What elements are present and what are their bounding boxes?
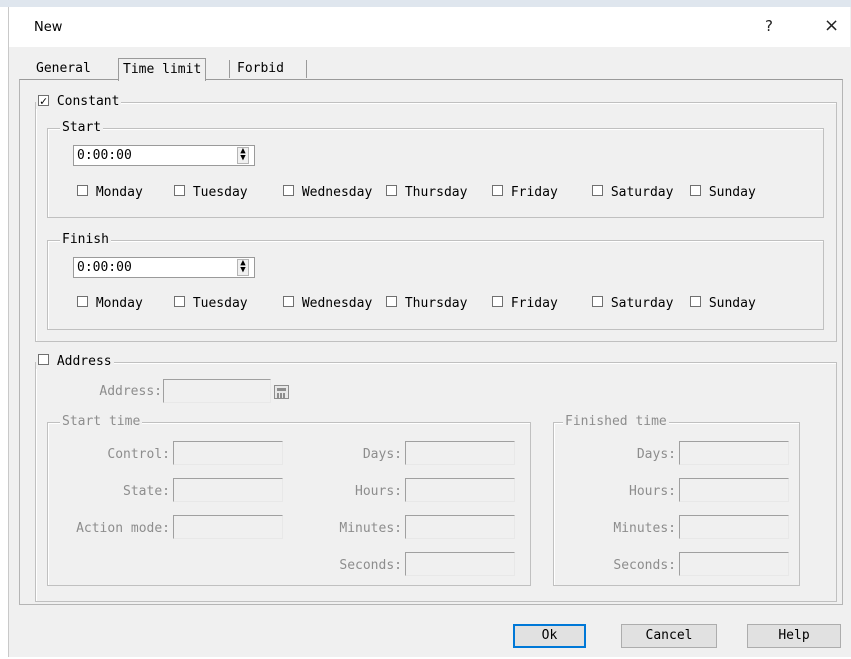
tab-forbid[interactable]: Forbid bbox=[233, 58, 288, 80]
finish-day-sunday[interactable]: Sunday bbox=[690, 296, 756, 311]
start-group bbox=[47, 128, 824, 218]
control-input[interactable] bbox=[173, 441, 283, 465]
finished-days-input[interactable] bbox=[679, 441, 789, 465]
tab-divider bbox=[229, 60, 230, 78]
start-day-saturday[interactable]: Saturday bbox=[592, 185, 673, 200]
finish-time-input[interactable]: 0:00:00 bbox=[73, 257, 255, 278]
constant-legend: ✓ Constant bbox=[36, 94, 122, 109]
start-seconds-input[interactable] bbox=[405, 552, 515, 576]
address-legend: Address bbox=[36, 354, 114, 369]
finish-day-friday[interactable]: Friday bbox=[492, 296, 558, 311]
constant-label: Constant bbox=[56, 94, 120, 109]
help-dialog-button[interactable]: Help bbox=[747, 624, 841, 648]
calculator-icon[interactable] bbox=[274, 385, 289, 399]
checkbox[interactable] bbox=[592, 296, 603, 307]
checkbox[interactable] bbox=[386, 296, 397, 307]
checkbox[interactable] bbox=[77, 296, 88, 307]
background-strip bbox=[0, 0, 851, 7]
start-seconds-label: Seconds: bbox=[339, 558, 402, 573]
checkbox[interactable] bbox=[174, 296, 185, 307]
checkbox[interactable] bbox=[592, 185, 603, 196]
address-label: Address bbox=[56, 354, 112, 369]
finished-seconds-label: Seconds: bbox=[613, 558, 676, 573]
checkbox[interactable] bbox=[690, 296, 701, 307]
spin-arrows-icon[interactable]: ▲ ▼ bbox=[237, 259, 249, 276]
start-legend: Start bbox=[60, 120, 104, 135]
start-day-thursday[interactable]: Thursday bbox=[386, 185, 467, 200]
start-day-friday[interactable]: Friday bbox=[492, 185, 558, 200]
start-days-label: Days: bbox=[362, 447, 402, 462]
start-time-legend: Start time bbox=[60, 414, 143, 429]
start-time-input[interactable]: 0:00:00 bbox=[73, 145, 255, 166]
checkbox[interactable] bbox=[690, 185, 701, 196]
finished-days-label: Days: bbox=[636, 447, 676, 462]
action-mode-label: Action mode: bbox=[76, 521, 170, 536]
finish-day-thursday[interactable]: Thursday bbox=[386, 296, 467, 311]
ok-button[interactable]: Ok bbox=[513, 624, 586, 648]
finished-minutes-label: Minutes: bbox=[613, 521, 676, 536]
tab-general[interactable]: General bbox=[32, 58, 95, 80]
finished-hours-input[interactable] bbox=[679, 478, 789, 502]
finished-seconds-input[interactable] bbox=[679, 552, 789, 576]
help-button[interactable]: ? bbox=[765, 17, 773, 35]
start-minutes-input[interactable] bbox=[405, 515, 515, 539]
finish-time-spinner[interactable]: ▲ ▼ bbox=[237, 259, 249, 276]
start-day-sunday[interactable]: Sunday bbox=[690, 185, 756, 200]
start-day-monday[interactable]: Monday bbox=[77, 185, 143, 200]
start-time-spinner[interactable]: ▲ ▼ bbox=[237, 147, 249, 164]
checkbox[interactable] bbox=[492, 185, 503, 196]
finish-day-wednesday[interactable]: Wednesday bbox=[283, 296, 372, 311]
address-field-label: Address: bbox=[99, 384, 162, 399]
spin-arrows-icon[interactable]: ▲ ▼ bbox=[237, 147, 249, 164]
start-days-input[interactable] bbox=[405, 441, 515, 465]
title-bar bbox=[9, 7, 850, 47]
checkbox[interactable] bbox=[77, 185, 88, 196]
start-day-tuesday[interactable]: Tuesday bbox=[174, 185, 248, 200]
finish-legend: Finish bbox=[60, 232, 111, 247]
close-button[interactable]: × bbox=[824, 15, 839, 36]
finish-day-saturday[interactable]: Saturday bbox=[592, 296, 673, 311]
finished-hours-label: Hours: bbox=[629, 484, 676, 499]
state-input[interactable] bbox=[173, 478, 283, 502]
address-checkbox[interactable] bbox=[38, 354, 49, 365]
checkbox[interactable] bbox=[386, 185, 397, 196]
tab-divider bbox=[306, 60, 307, 78]
checkbox[interactable] bbox=[283, 296, 294, 307]
action-mode-input[interactable] bbox=[173, 515, 283, 539]
cancel-button[interactable]: Cancel bbox=[621, 624, 717, 648]
checkbox[interactable] bbox=[492, 296, 503, 307]
start-hours-input[interactable] bbox=[405, 478, 515, 502]
finish-day-tuesday[interactable]: Tuesday bbox=[174, 296, 248, 311]
finished-time-legend: Finished time bbox=[563, 414, 669, 429]
checkbox[interactable] bbox=[283, 185, 294, 196]
start-minutes-label: Minutes: bbox=[339, 521, 402, 536]
start-day-wednesday[interactable]: Wednesday bbox=[283, 185, 372, 200]
finish-group bbox=[47, 240, 824, 330]
address-input[interactable] bbox=[163, 379, 271, 403]
window-title: New bbox=[34, 20, 63, 35]
control-label: Control: bbox=[107, 447, 170, 462]
finished-minutes-input[interactable] bbox=[679, 515, 789, 539]
finish-day-monday[interactable]: Monday bbox=[77, 296, 143, 311]
tab-time-limit[interactable]: Time limit bbox=[118, 58, 207, 81]
checkbox[interactable] bbox=[174, 185, 185, 196]
constant-checkbox[interactable]: ✓ bbox=[38, 95, 49, 107]
start-hours-label: Hours: bbox=[355, 484, 402, 499]
state-label: State: bbox=[123, 484, 170, 499]
